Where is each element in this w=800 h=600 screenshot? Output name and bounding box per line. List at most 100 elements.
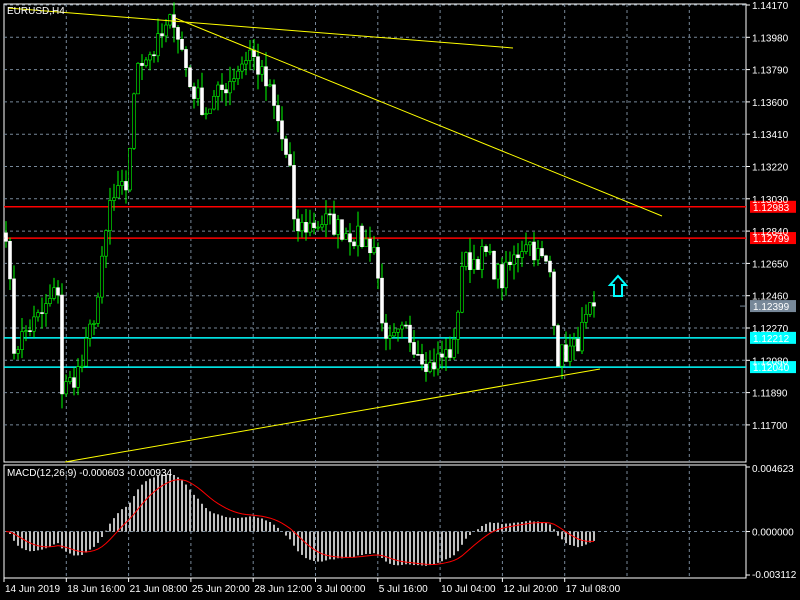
candle-body: [336, 219, 340, 235]
candle-body: [580, 321, 584, 352]
time-tick-label: 14 Jun 2019: [5, 584, 60, 595]
candle-body: [144, 59, 148, 66]
candle-body: [364, 238, 368, 247]
candles: [4, 2, 596, 409]
candle-body: [64, 381, 68, 395]
candle-body: [584, 313, 588, 323]
candle-body: [184, 49, 188, 68]
candle-body: [540, 248, 544, 257]
candle-body: [220, 84, 224, 90]
candle-body: [528, 241, 532, 246]
candle-body: [520, 251, 524, 258]
candle-body: [588, 302, 592, 315]
candle-body: [448, 349, 452, 358]
candle-body: [108, 200, 112, 231]
candle-body: [192, 86, 196, 99]
candle-body: [132, 93, 136, 149]
horizontal-lines[interactable]: 1.129831.127991.122121.120401.12399: [4, 200, 796, 374]
candle-body: [400, 324, 404, 330]
candle-body: [8, 240, 12, 280]
candle-body: [104, 230, 108, 257]
candle-body: [424, 363, 428, 372]
candle-body: [232, 78, 236, 82]
candle-body: [468, 252, 472, 270]
candle-body: [76, 366, 80, 388]
macd-tick-label: 0.000000: [752, 528, 794, 539]
candle-body: [20, 331, 24, 350]
candle-body: [492, 250, 496, 280]
price-chart[interactable]: 1.129831.127991.122121.120401.12399 1.14…: [0, 0, 800, 600]
trendline-top[interactable]: [7, 7, 514, 49]
candle-body: [360, 225, 364, 247]
candle-body: [4, 232, 8, 242]
candle-body: [96, 296, 100, 324]
candle-body: [16, 349, 20, 354]
price-tick-label: 1.14170: [752, 1, 789, 12]
candle-body: [320, 224, 324, 228]
price-tick-label: 1.13980: [752, 33, 789, 44]
candle-body: [84, 338, 88, 367]
price-tick-label: 1.13410: [752, 130, 789, 141]
candle-body: [544, 255, 548, 262]
candle-body: [496, 264, 500, 280]
candle-body: [140, 63, 144, 66]
candle-body: [420, 354, 424, 365]
candle-body: [272, 84, 276, 106]
candle-body: [240, 63, 244, 72]
candle-body: [88, 323, 92, 339]
candle-body: [512, 254, 516, 265]
up-arrow-icon[interactable]: [607, 274, 629, 297]
candle-body: [536, 248, 540, 261]
time-tick-label: 21 Jun 08:00: [130, 584, 188, 595]
trendline-descending[interactable]: [174, 17, 663, 217]
candle-body: [568, 345, 572, 362]
candle-body: [412, 342, 416, 355]
macd-label: MACD(12,26,9) -0.000603 -0.000934: [7, 468, 173, 479]
candle-body: [176, 27, 180, 40]
candle-body: [148, 54, 152, 61]
price-tick-label: 1.12460: [752, 292, 789, 303]
time-tick-label: 12 Jul 20:00: [503, 584, 558, 595]
candle-body: [68, 377, 72, 383]
candle-body: [304, 222, 308, 233]
macd-signal-line: [5, 479, 595, 565]
candle-body: [204, 113, 208, 115]
candle-body: [72, 377, 76, 388]
candle-body: [372, 247, 376, 254]
candle-body: [212, 95, 216, 110]
time-tick-label: 25 Jun 20:00: [192, 584, 250, 595]
candle-body: [44, 303, 48, 314]
candle-body: [168, 14, 172, 26]
candle-body: [156, 33, 160, 57]
candle-body: [560, 344, 564, 367]
time-tick-label: 10 Jul 04:00: [441, 584, 496, 595]
candle-body: [488, 250, 492, 253]
candle-body: [228, 81, 232, 94]
candle-body: [316, 226, 320, 229]
candle-body: [300, 222, 304, 232]
macd-indicator: [4, 473, 746, 566]
candle-body: [476, 259, 480, 270]
candle-body: [12, 278, 16, 354]
price-tick-label: 1.13600: [752, 98, 789, 109]
candle-body: [164, 24, 168, 37]
candle-body: [100, 255, 104, 298]
candle-body: [532, 241, 536, 261]
trendline-ascending[interactable]: [64, 368, 601, 463]
candle-body: [416, 354, 420, 356]
candle-body: [244, 60, 248, 65]
candle-body: [444, 349, 448, 358]
candle-body: [312, 222, 316, 228]
price-tick-label: 1.11890: [752, 389, 788, 400]
candle-body: [552, 271, 556, 326]
candle-body: [384, 322, 388, 339]
candle-body: [428, 362, 432, 372]
candle-body: [480, 246, 484, 270]
candle-body: [276, 105, 280, 122]
candle-body: [352, 241, 356, 247]
price-tick-label: 1.13220: [752, 163, 789, 174]
candle-body: [36, 312, 40, 318]
macd-pane-border: [3, 464, 747, 579]
candle-body: [56, 287, 60, 296]
candle-body: [500, 264, 504, 289]
